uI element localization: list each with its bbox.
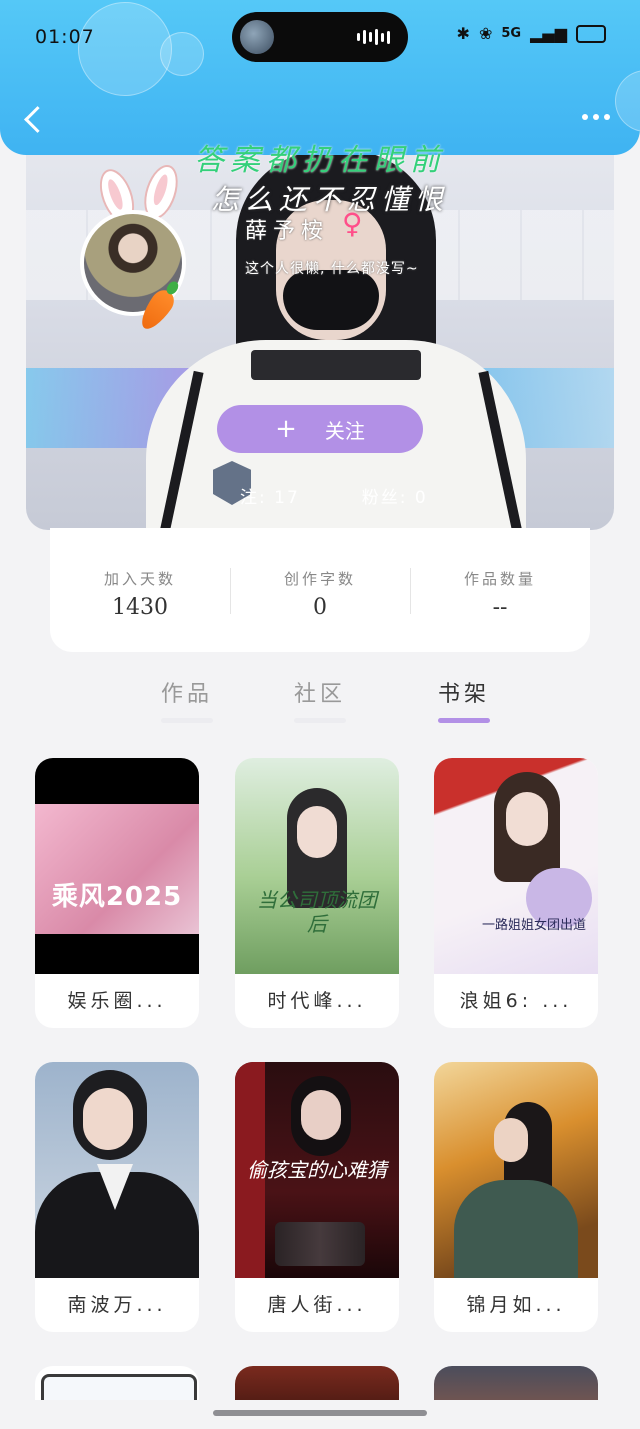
stat-value: 1430 xyxy=(112,595,168,620)
book-title: 唐人街... xyxy=(267,1294,367,1316)
book-title: 南波万... xyxy=(67,1294,167,1316)
cover-art xyxy=(35,804,199,934)
status-time: 01:07 xyxy=(35,26,95,48)
cover-person-face xyxy=(506,792,548,846)
home-indicator[interactable] xyxy=(213,1410,427,1416)
cover-person-collar xyxy=(251,350,421,380)
network-label: 5G xyxy=(501,26,522,41)
decorative-bubble xyxy=(160,32,204,76)
follow-button-label: 关注 xyxy=(324,418,365,443)
cover-text: 偷孩宝的心难猜 xyxy=(247,1158,387,1182)
top-header: 01:07 ✱ ❀ 5G ▂▄▆ xyxy=(0,0,640,155)
tab-indicator xyxy=(161,718,213,723)
book-title: 锦月如... xyxy=(466,1294,566,1316)
status-icons: ✱ ❀ 5G ▂▄▆ xyxy=(457,24,606,43)
stat-works-count: 作品数量 -- xyxy=(410,528,590,652)
tab-label: 书架 xyxy=(437,682,490,707)
female-gender-icon: ♀ xyxy=(342,207,363,240)
back-button[interactable] xyxy=(22,102,50,138)
book-card[interactable]: 锦月如... xyxy=(434,1062,598,1332)
book-cover xyxy=(434,1062,598,1278)
audio-wave-icon xyxy=(357,29,390,45)
battery-icon xyxy=(576,24,606,43)
cover-person-face xyxy=(301,1090,341,1140)
book-cover: 一路姐姐女团出道 xyxy=(434,758,598,974)
more-dot xyxy=(604,114,610,120)
profile-bio: 这个人很懒, 什么都没写~ xyxy=(245,261,419,277)
cover-text: 乘风2025 xyxy=(51,882,183,912)
followers-count[interactable]: 粉丝: 0 xyxy=(362,483,428,508)
book-title: 时代峰... xyxy=(267,990,367,1012)
bluetooth-icon: ✱ xyxy=(456,24,470,43)
paw-icon: ❀ xyxy=(478,24,493,43)
cover-person-face xyxy=(83,1088,133,1150)
tab-indicator xyxy=(438,718,490,723)
cover-text: 一路姐姐女团出道 xyxy=(481,918,586,933)
stat-value: -- xyxy=(492,595,508,620)
book-title: 娱乐圈... xyxy=(67,990,167,1012)
stat-word-count: 创作字数 0 xyxy=(230,528,410,652)
more-button[interactable] xyxy=(582,114,610,120)
cover-group-photo xyxy=(275,1222,365,1266)
stat-label: 创作字数 xyxy=(283,570,356,588)
cover-person-robe xyxy=(454,1180,578,1278)
profile-name: 薛予桉 xyxy=(245,219,330,244)
stat-join-days: 加入天数 1430 xyxy=(50,528,230,652)
book-card[interactable]: 一路姐姐女团出道 浪姐6: ... xyxy=(434,758,598,1028)
book-cover: 当公司顶流团后 xyxy=(235,758,399,974)
more-dot xyxy=(593,114,599,120)
follow-stats: 注: 17 粉丝: 0 xyxy=(240,483,428,508)
cover-person-face xyxy=(297,806,337,858)
tab-community[interactable]: 社区 xyxy=(279,676,361,723)
book-card[interactable]: 当公司顶流团后 时代峰... xyxy=(235,758,399,1028)
tab-bookshelf[interactable]: 书架 xyxy=(423,676,505,723)
more-dot xyxy=(582,114,588,120)
profile-title-line1: 答案都扔在眼前 xyxy=(194,143,446,178)
stat-label: 作品数量 xyxy=(463,570,536,588)
cover-person-mask xyxy=(283,270,379,330)
tab-indicator xyxy=(294,718,346,723)
stats-card: 加入天数 1430 创作字数 0 作品数量 -- xyxy=(50,528,590,652)
follow-button[interactable]: + 关注 xyxy=(217,405,423,453)
cover-text: 当公司顶流团后 xyxy=(257,888,377,936)
tab-label: 作品 xyxy=(160,682,213,707)
profile-title-line2: 怎么还不忍懂恨 xyxy=(210,183,449,216)
dynamic-island[interactable] xyxy=(232,12,408,62)
book-cover xyxy=(35,1062,199,1278)
plus-icon: + xyxy=(275,414,297,444)
tab-label: 社区 xyxy=(293,682,346,707)
now-playing-thumbnail xyxy=(240,20,274,54)
book-card[interactable]: 偷孩宝的心难猜 唐人街... xyxy=(235,1062,399,1332)
book-title: 浪姐6: ... xyxy=(459,990,573,1012)
tab-works[interactable]: 作品 xyxy=(146,676,228,723)
decorative-bubble xyxy=(78,2,172,96)
book-card[interactable]: 乘风2025 娱乐圈... xyxy=(35,758,199,1028)
cover-person-face xyxy=(494,1118,528,1162)
stat-value: 0 xyxy=(313,595,327,620)
stat-label: 加入天数 xyxy=(103,570,176,588)
signal-icon: ▂▄▆ xyxy=(530,24,567,43)
book-cover: 偷孩宝的心难猜 xyxy=(235,1062,399,1278)
following-count[interactable]: 注: 17 xyxy=(240,483,300,508)
profile-tabs: 作品 社区 书架 xyxy=(0,676,640,726)
decorative-bubble xyxy=(615,70,640,132)
book-card[interactable]: 南波万... xyxy=(35,1062,199,1332)
book-cover: 乘风2025 xyxy=(35,758,199,974)
